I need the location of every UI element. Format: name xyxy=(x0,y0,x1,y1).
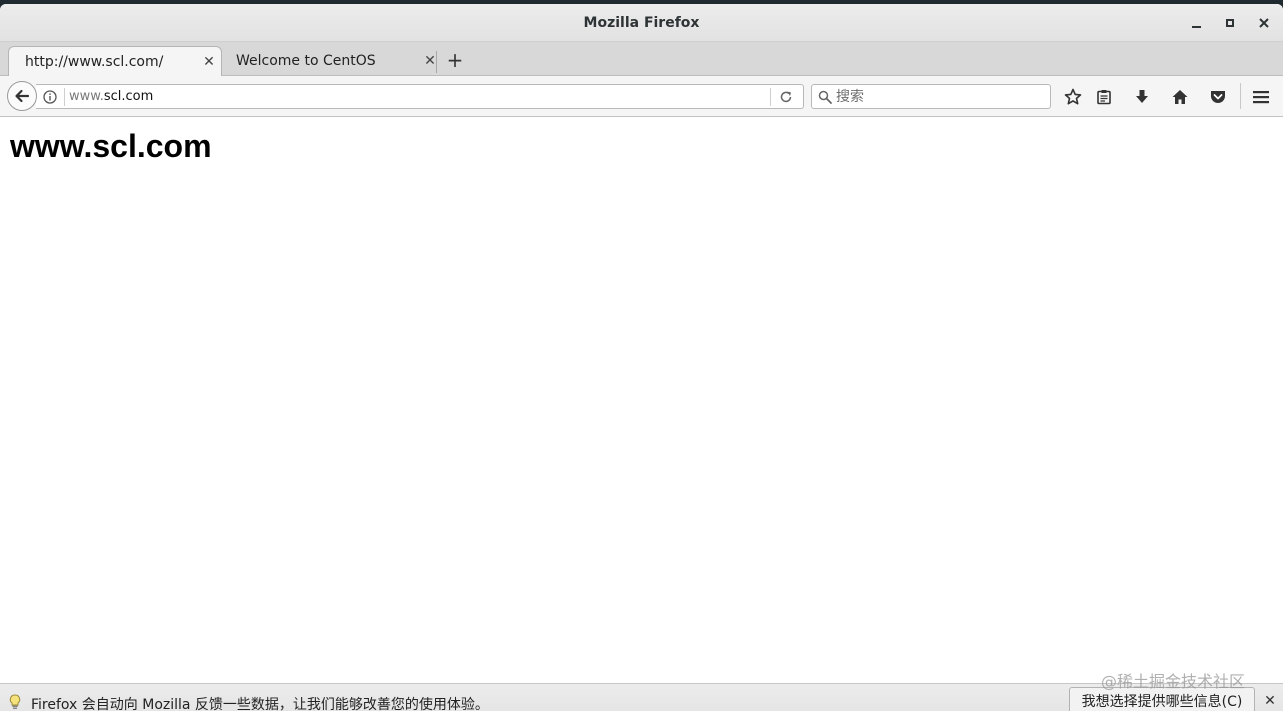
maximize-icon xyxy=(1226,19,1234,27)
lightbulb-icon xyxy=(8,693,22,711)
new-tab-button[interactable]: + xyxy=(444,47,466,73)
close-icon xyxy=(1259,18,1269,28)
minimize-icon xyxy=(1191,26,1201,28)
tab-separator xyxy=(436,51,437,73)
navigation-bar: www.scl.com xyxy=(0,76,1283,117)
tab-strip: http://www.scl.com/ ✕ Welcome to CentOS … xyxy=(0,42,1283,76)
page-heading: www.scl.com xyxy=(10,128,212,164)
close-notification-icon[interactable]: ✕ xyxy=(1262,693,1278,709)
notification-text: Firefox 会自动向 Mozilla 反馈一些数据，让我们能够改善您的使用体… xyxy=(31,697,489,711)
url-text[interactable]: www.scl.com xyxy=(69,89,153,104)
url-separator xyxy=(64,88,65,106)
pocket-button[interactable] xyxy=(1207,86,1229,108)
downloads-button[interactable] xyxy=(1131,86,1153,108)
search-icon xyxy=(817,89,833,105)
page-content: www.scl.com xyxy=(0,117,1283,683)
choose-data-button[interactable]: 我想选择提供哪些信息(C) xyxy=(1069,687,1255,711)
bookmark-star-button[interactable] xyxy=(1062,86,1084,108)
close-window-button[interactable] xyxy=(1254,13,1274,33)
search-bar[interactable] xyxy=(811,84,1051,109)
title-bar: Mozilla Firefox xyxy=(0,4,1283,42)
maximize-button[interactable] xyxy=(1220,13,1240,33)
home-icon xyxy=(1172,90,1188,104)
hamburger-menu-icon xyxy=(1253,91,1269,104)
tab-scl[interactable]: http://www.scl.com/ ✕ xyxy=(8,46,222,76)
tab-label: http://www.scl.com/ xyxy=(25,53,164,70)
toolbar-separator xyxy=(1240,83,1241,109)
open-menu-button[interactable] xyxy=(1250,86,1272,108)
info-icon[interactable] xyxy=(42,89,58,105)
notification-bar: Firefox 会自动向 Mozilla 反馈一些数据，让我们能够改善您的使用体… xyxy=(0,683,1283,711)
reload-icon[interactable] xyxy=(777,88,795,106)
reader-view-button[interactable] xyxy=(1093,86,1115,108)
firefox-window: Mozilla Firefox http://www.scl.com/ ✕ We… xyxy=(0,4,1283,711)
download-arrow-icon xyxy=(1136,90,1148,103)
minimize-button[interactable] xyxy=(1186,13,1206,33)
window-title: Mozilla Firefox xyxy=(583,15,700,31)
tab-label: Welcome to CentOS xyxy=(236,53,376,69)
url-bar[interactable]: www.scl.com xyxy=(36,84,804,109)
pocket-icon xyxy=(1211,91,1225,103)
clipboard-icon xyxy=(1097,90,1111,105)
url-prefix: www. xyxy=(69,89,104,104)
url-domain: scl.com xyxy=(103,89,154,104)
reload-separator xyxy=(770,88,771,106)
search-input[interactable] xyxy=(836,87,1046,106)
star-icon xyxy=(1064,88,1082,105)
tab-centos[interactable]: Welcome to CentOS ✕ xyxy=(228,46,442,76)
tab-close-icon[interactable]: ✕ xyxy=(420,53,440,69)
back-button[interactable] xyxy=(7,81,37,111)
tab-close-icon[interactable]: ✕ xyxy=(199,54,219,70)
home-button[interactable] xyxy=(1169,86,1191,108)
back-arrow-icon xyxy=(15,89,30,103)
